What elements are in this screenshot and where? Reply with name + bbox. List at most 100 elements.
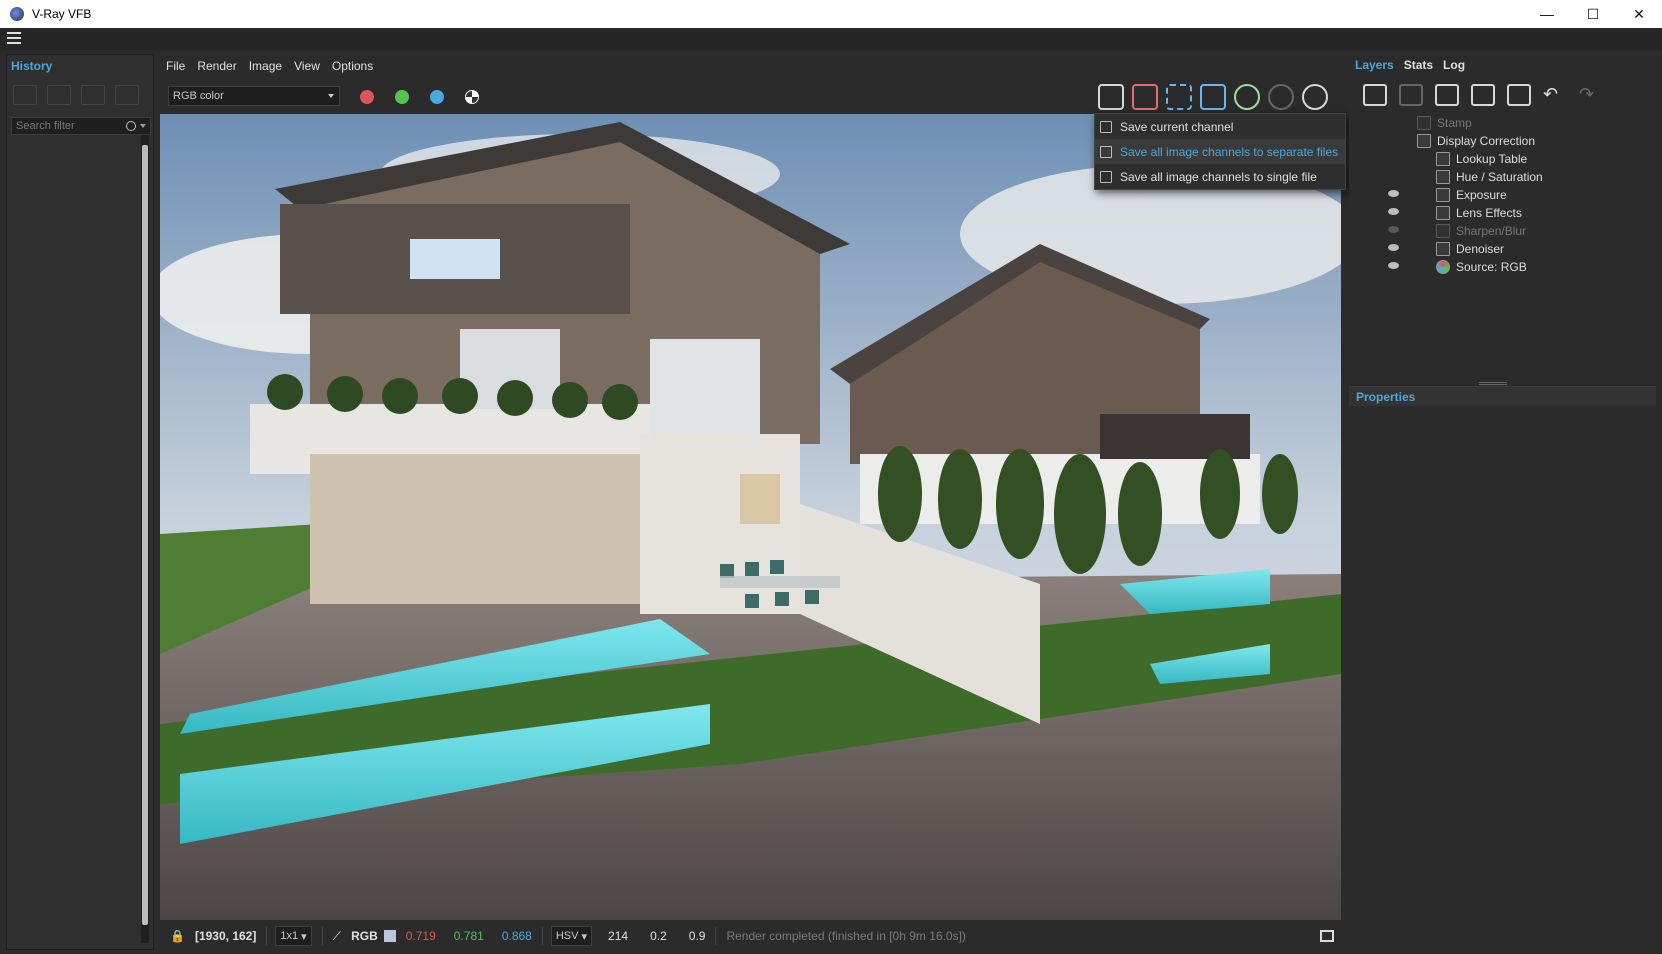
render-viewport[interactable] [160, 114, 1341, 920]
lut-icon [1436, 152, 1450, 166]
chevron-down-icon [328, 94, 334, 98]
saturation-value: 0.2 [650, 929, 667, 943]
layer-list-icon[interactable] [1507, 84, 1531, 106]
redo-icon[interactable]: ↷ [1579, 84, 1603, 106]
blue-channel-toggle[interactable] [430, 90, 444, 104]
menu-item-save-single-file[interactable]: Save all image channels to single file [1095, 164, 1345, 189]
close-button[interactable]: ✕ [1616, 0, 1662, 28]
tab-stats[interactable]: Stats [1404, 58, 1433, 72]
menu-bar: File Render Image View Options [160, 54, 379, 78]
region-render-icon[interactable] [1200, 84, 1226, 110]
status-bar: 🔒 [1930, 162] 1x1 ▾ ⟋ RGB 0.719 0.781 0.… [160, 922, 1344, 950]
compare-ab-icon[interactable] [47, 85, 71, 105]
load-layers-icon[interactable] [1471, 84, 1495, 106]
layers-panel: Layers Stats Log ↶ ↷ Stamp Display Corre… [1349, 54, 1662, 950]
minimize-button[interactable]: — [1524, 0, 1570, 28]
window-title: V-Ray VFB [32, 7, 92, 21]
panel-toggle-icon[interactable] [1320, 930, 1334, 942]
save-layers-icon[interactable] [1435, 84, 1459, 106]
channel-select[interactable]: RGB color [168, 86, 340, 106]
tab-history[interactable]: History [11, 59, 52, 73]
green-channel-toggle[interactable] [395, 90, 409, 104]
render-icon[interactable] [1302, 84, 1328, 110]
save-single-file-icon [1100, 170, 1112, 183]
delete-layer-icon[interactable] [1399, 84, 1423, 106]
menu-view[interactable]: View [288, 59, 326, 73]
history-toolbar [13, 85, 139, 105]
color-mode-label: RGB [351, 929, 378, 943]
menu-item-save-current-channel[interactable]: Save current channel [1095, 114, 1345, 139]
chevron-down-icon[interactable] [140, 124, 146, 128]
pixel-coords: [1930, 162] [194, 929, 257, 943]
sharpen-blur-icon [1436, 224, 1450, 238]
hue-saturation-icon [1436, 170, 1450, 184]
save-icon [1100, 120, 1112, 133]
stop-render-icon[interactable] [1268, 84, 1294, 110]
eye-icon[interactable] [1388, 208, 1399, 215]
remove-history-icon[interactable] [115, 85, 139, 105]
eye-icon[interactable] [1388, 190, 1399, 197]
display-correction-icon [1417, 134, 1431, 148]
undo-icon[interactable]: ↶ [1543, 84, 1567, 106]
menu-image[interactable]: Image [243, 59, 288, 73]
layer-denoiser[interactable]: Denoiser [1388, 240, 1504, 258]
image-toolbar: RGB color [160, 80, 1344, 112]
layer-stamp[interactable]: Stamp [1417, 114, 1472, 132]
eye-icon[interactable] [1388, 262, 1399, 269]
eye-icon[interactable] [1388, 244, 1399, 251]
color-space-select[interactable]: HSV ▾ [550, 926, 593, 946]
tab-layers[interactable]: Layers [1355, 58, 1394, 72]
history-scrollbar[interactable] [141, 135, 149, 943]
denoiser-icon [1436, 242, 1450, 256]
add-layer-icon[interactable] [1363, 84, 1387, 106]
menu-options[interactable]: Options [326, 59, 379, 73]
color-swatch [383, 930, 396, 942]
curve-icon[interactable]: ⟋ [333, 929, 341, 944]
save-multiple-icon [1100, 145, 1112, 158]
save-image-icon[interactable] [1098, 84, 1124, 110]
tab-log[interactable]: Log [1443, 58, 1465, 72]
layer-lens-effects[interactable]: Lens Effects [1388, 204, 1522, 222]
search-placeholder: Search filter [16, 120, 75, 132]
load-history-icon[interactable] [81, 85, 105, 105]
red-value: 0.719 [405, 929, 436, 943]
layer-tree: Stamp Display Correction Lookup Table Hu… [1349, 114, 1662, 374]
render-interactive-icon[interactable] [1234, 84, 1260, 110]
layer-lookup-table[interactable]: Lookup Table [1436, 150, 1527, 168]
title-bar: V-Ray VFB — ☐ ✕ [0, 0, 1662, 28]
save-dropdown-menu: Save current channel Save all image chan… [1094, 113, 1346, 190]
zoom-value: 1x1 [280, 930, 299, 942]
lock-icon[interactable]: 🔒 [170, 929, 185, 943]
layer-source-rgb[interactable]: Source: RGB [1388, 258, 1527, 276]
top-strip [0, 28, 1662, 50]
layer-display-correction[interactable]: Display Correction [1417, 132, 1535, 150]
alpha-channel-icon[interactable] [465, 90, 479, 104]
right-tabs: Layers Stats Log [1355, 58, 1465, 72]
layer-hue-saturation[interactable]: Hue / Saturation [1436, 168, 1543, 186]
blue-value: 0.868 [501, 929, 532, 943]
menu-render[interactable]: Render [191, 59, 242, 73]
history-search-input[interactable]: Search filter [11, 117, 151, 135]
track-mouse-icon[interactable] [1166, 84, 1192, 110]
save-to-history-icon[interactable] [13, 85, 37, 105]
properties-header: Properties [1349, 386, 1656, 406]
clear-image-icon[interactable] [1132, 84, 1158, 110]
stamp-icon [1417, 116, 1431, 130]
menu-item-save-separate-files[interactable]: Save all image channels to separate file… [1095, 139, 1345, 164]
menu-file[interactable]: File [160, 59, 191, 73]
eye-icon[interactable] [1388, 226, 1399, 233]
hue-value: 214 [608, 929, 629, 943]
splitter-handle[interactable] [1479, 382, 1507, 385]
layer-sharpen-blur[interactable]: Sharpen/Blur [1388, 222, 1526, 240]
search-icon[interactable] [126, 121, 136, 131]
color-space-value: HSV [555, 930, 579, 942]
maximize-button[interactable]: ☐ [1570, 0, 1616, 28]
exposure-icon [1436, 188, 1450, 202]
source-rgb-icon [1436, 260, 1450, 274]
zoom-select[interactable]: 1x1 ▾ [275, 926, 312, 946]
channel-select-value: RGB color [173, 90, 224, 102]
red-channel-toggle[interactable] [360, 90, 374, 104]
hamburger-menu-icon[interactable] [7, 32, 21, 44]
layer-exposure[interactable]: Exposure [1388, 186, 1507, 204]
lens-effects-icon [1436, 206, 1450, 220]
